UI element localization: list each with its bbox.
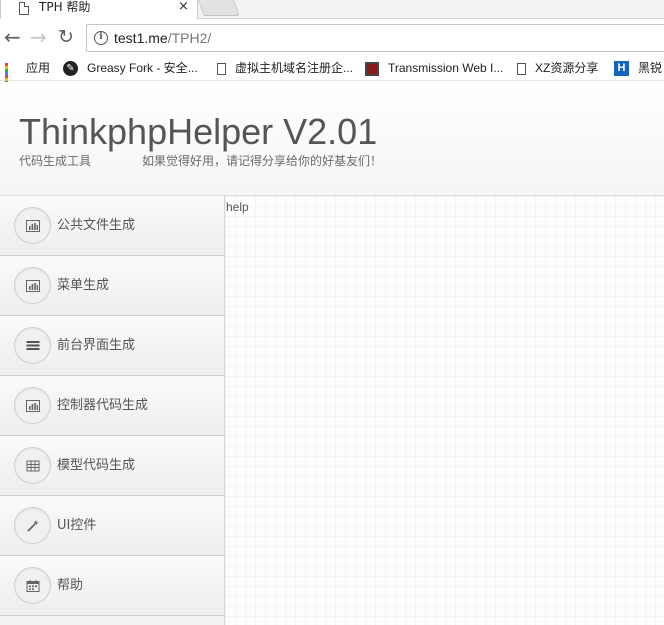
sidebar-item-help[interactable]: 帮助	[0, 556, 224, 616]
bookmark-label: Transmission Web I...	[388, 61, 504, 75]
tab-close-button[interactable]: ×	[178, 0, 189, 14]
sidebar-item-controller[interactable]: 控制器代码生成	[0, 376, 224, 436]
document-icon	[19, 2, 29, 15]
transmission-icon	[365, 61, 379, 76]
bookmark-h-site[interactable]: H 黑锐	[614, 60, 662, 78]
page-header: ThinkphpHelper V2.01 代码生成工具 如果觉得好用，请记得分享…	[0, 82, 664, 196]
browser-tab[interactable]: TPH 帮助 ×	[0, 0, 198, 19]
sidebar-item-label: 菜单生成	[57, 278, 110, 293]
sidebar-item-label: 模型代码生成	[57, 458, 136, 473]
sidebar-item-label: 帮助	[57, 578, 84, 593]
sidebar-item-model[interactable]: 模型代码生成	[0, 436, 224, 496]
reload-icon[interactable]: ↻	[58, 26, 74, 48]
bookmark-label: XZ资源分享	[535, 61, 599, 75]
apps-grid-icon	[5, 62, 17, 90]
url-host: test1.me	[114, 30, 168, 46]
bookmark-label: 应用	[26, 61, 51, 75]
address-bar[interactable]: i test1.me/TPH2/	[86, 24, 664, 52]
sidebar-item-label: 控制器代码生成	[57, 398, 149, 413]
content-heading: help	[226, 200, 249, 214]
bookmark-apps[interactable]: 应用	[5, 60, 51, 90]
table-icon	[14, 447, 51, 484]
bookmark-xz[interactable]: XZ资源分享	[517, 60, 598, 78]
sidebar-item-ui-controls[interactable]: UI控件	[0, 496, 224, 556]
new-tab-button[interactable]	[198, 0, 240, 16]
greasy-fork-icon: ✎	[63, 61, 78, 77]
back-arrow-icon[interactable]: ←	[4, 26, 21, 48]
bookmark-greasy-fork[interactable]: ✎ Greasy Fork - 安全...	[63, 60, 198, 78]
browser-tab-strip: TPH 帮助 ×	[0, 0, 664, 19]
page-title: ThinkphpHelper V2.01	[19, 111, 378, 152]
page-icon	[217, 62, 226, 75]
bookmark-label: 虚拟主机域名注册企...	[235, 61, 354, 75]
magic-wand-icon	[14, 507, 51, 544]
bar-chart-icon	[14, 387, 51, 424]
bookmark-label: Greasy Fork - 安全...	[87, 61, 198, 75]
sidebar-item-label: 前台界面生成	[57, 338, 136, 353]
page-subtitle: 代码生成工具	[19, 154, 92, 168]
url-path: /TPH2/	[167, 30, 212, 46]
web-page: ThinkphpHelper V2.01 代码生成工具 如果觉得好用，请记得分享…	[0, 82, 664, 625]
list-icon	[14, 327, 51, 364]
bookmark-label: 黑锐	[638, 61, 663, 75]
sidebar-item-frontend[interactable]: 前台界面生成	[0, 316, 224, 376]
tab-title: TPH 帮助	[39, 0, 91, 14]
calendar-icon	[14, 567, 51, 604]
page-tagline: 如果觉得好用，请记得分享给你的好基友们！	[142, 154, 383, 168]
bookmark-transmission[interactable]: Transmission Web I...	[365, 60, 503, 78]
page-icon	[517, 62, 526, 75]
browser-toolbar: ← → ↻ i test1.me/TPH2/	[0, 20, 664, 56]
sidebar-menu: 公共文件生成 菜单生成 前台界面生成 控制器代码生成 模型代码生成 UI控件 帮…	[0, 196, 225, 625]
main-content: help	[225, 196, 664, 625]
sidebar-item-menu[interactable]: 菜单生成	[0, 256, 224, 316]
sidebar-item-label: 公共文件生成	[57, 218, 136, 233]
bookmarks-bar: 应用 ✎ Greasy Fork - 安全... 虚拟主机域名注册企... Tra…	[0, 56, 664, 90]
forward-arrow-icon[interactable]: →	[30, 26, 47, 48]
url-text[interactable]: test1.me/TPH2/	[114, 29, 211, 47]
bar-chart-icon	[14, 207, 51, 244]
bar-chart-icon	[14, 267, 51, 304]
info-icon[interactable]: i	[94, 31, 108, 45]
bookmark-hosting[interactable]: 虚拟主机域名注册企...	[217, 60, 353, 78]
sidebar-item-common-files[interactable]: 公共文件生成	[0, 196, 224, 256]
sidebar-item-label: UI控件	[57, 518, 97, 533]
h-site-icon: H	[614, 61, 629, 77]
